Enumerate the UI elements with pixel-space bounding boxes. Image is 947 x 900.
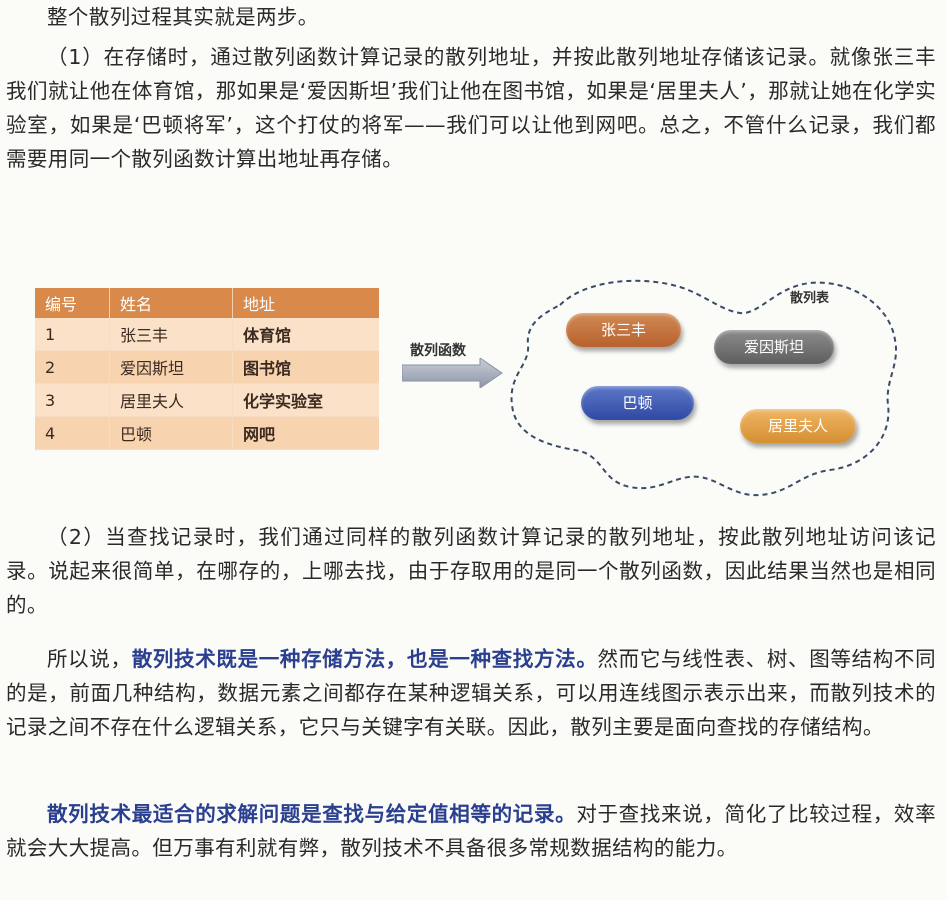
table-header-id: 编号 xyxy=(35,288,110,318)
hash-slot-item: 张三丰 xyxy=(566,313,681,347)
table-header-address: 地址 xyxy=(232,288,379,318)
table-cell-id: 4 xyxy=(35,416,110,450)
table-row: 1 张三丰 体育馆 xyxy=(35,318,379,351)
table-cell-name: 张三丰 xyxy=(109,318,233,351)
table-cell-address: 体育馆 xyxy=(232,318,379,351)
table-cell-address: 化学实验室 xyxy=(232,383,379,417)
table-cell-name: 巴顿 xyxy=(109,416,233,450)
highlight-use-case: 散列技术最适合的求解问题是查找与给定值相等的记录。 xyxy=(47,802,577,826)
hash-slot-item: 巴顿 xyxy=(581,386,694,420)
hash-slot-item: 爱因斯坦 xyxy=(714,330,834,364)
record-table: 编号 姓名 地址 1 张三丰 体育馆 2 爱因斯坦 图书馆 3 居里夫人 化学实… xyxy=(35,288,379,450)
table-cell-id: 2 xyxy=(35,350,110,384)
table-row: 4 巴顿 网吧 xyxy=(35,416,379,450)
hash-table-outline xyxy=(510,279,897,497)
paragraph-intro: 整个散列过程其实就是两步。 xyxy=(47,5,319,29)
table-cell-id: 3 xyxy=(35,383,110,417)
paragraph-use-case: 散列技术最适合的求解问题是查找与给定值相等的记录。对于查找来说，简化了比较过程，… xyxy=(6,797,936,865)
table-cell-address: 网吧 xyxy=(232,416,379,450)
table-header-row: 编号 姓名 地址 xyxy=(35,288,379,318)
paragraph-summary: 所以说，散列技术既是一种存储方法，也是一种查找方法。然而它与线性表、树、图等结构… xyxy=(6,642,936,744)
table-header-name: 姓名 xyxy=(109,288,233,318)
summary-lead: 所以说， xyxy=(47,647,132,671)
hash-function-label: 散列函数 xyxy=(410,343,466,359)
hash-table-label: 散列表 xyxy=(790,291,830,306)
table-row: 3 居里夫人 化学实验室 xyxy=(35,383,379,417)
table-cell-id: 1 xyxy=(35,318,110,351)
table-row: 2 爱因斯坦 图书馆 xyxy=(35,350,379,384)
highlight-definition: 散列技术既是一种存储方法，也是一种查找方法。 xyxy=(131,647,598,671)
table-cell-address: 图书馆 xyxy=(232,350,379,384)
paragraph-store-step: （1）在存储时，通过散列函数计算记录的散列地址，并按此散列地址存储该记录。就像张… xyxy=(6,45,936,171)
table-cell-name: 爱因斯坦 xyxy=(109,350,233,384)
hash-slot-item: 居里夫人 xyxy=(740,409,856,443)
paragraph-lookup-step: （2）当查找记录时，我们通过同样的散列函数计算记录的散列地址，按此散列地址访问该… xyxy=(6,525,936,617)
table-cell-name: 居里夫人 xyxy=(109,383,233,417)
